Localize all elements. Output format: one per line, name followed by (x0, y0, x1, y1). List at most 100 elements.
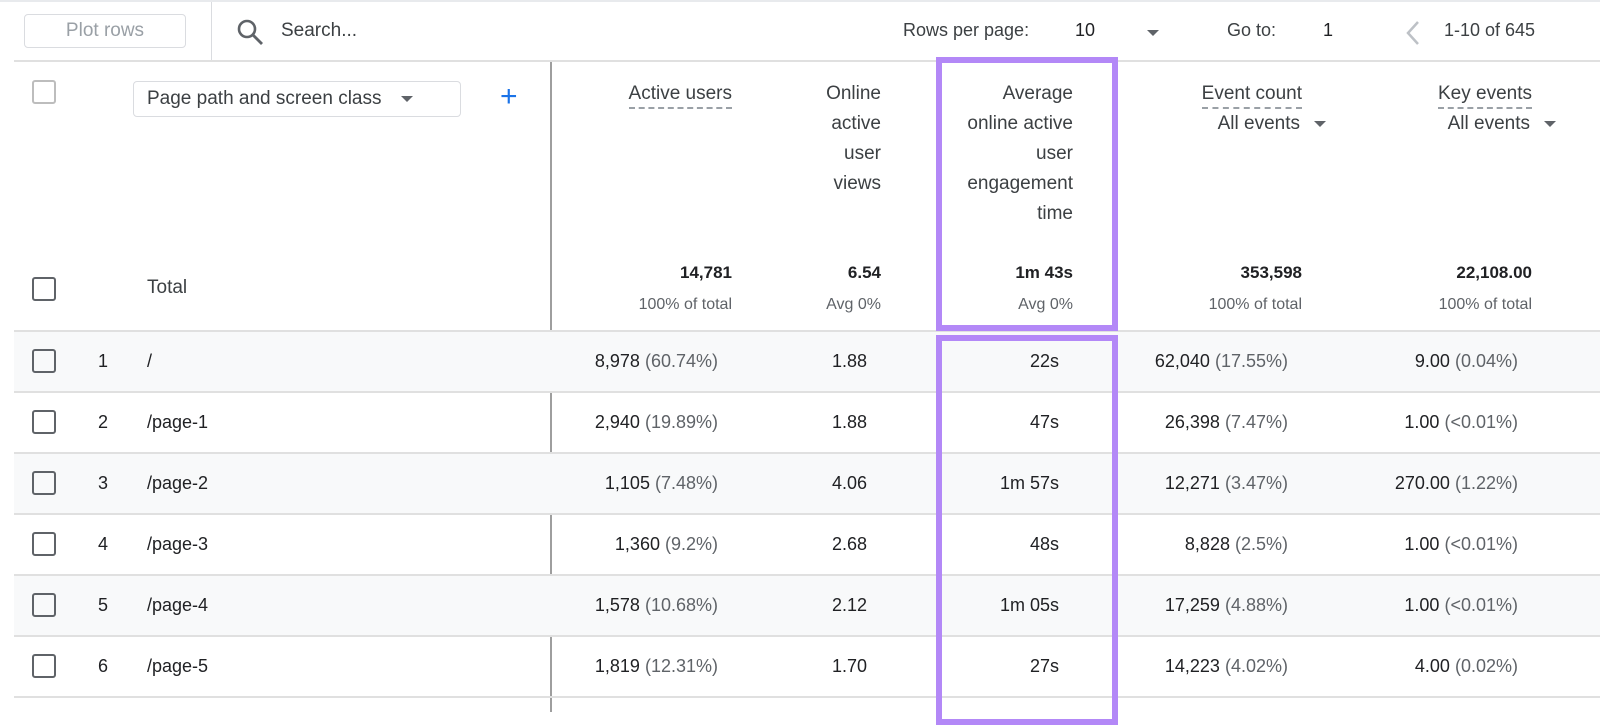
event-filter-select[interactable]: All events (1312, 111, 1556, 137)
page-path[interactable]: /page-5 (147, 656, 208, 677)
metric-value: 1.88 (831, 412, 867, 432)
table-row[interactable]: 3/page-2 1,105 (7.48%) 4.06 1m 57s 12,271 (3… (14, 454, 1600, 515)
metric-cell: 4.06 (832, 473, 867, 494)
metric-value: 9.00 (1414, 351, 1450, 371)
metric-cell: 14,223 (4.02%) (1165, 656, 1288, 677)
row-number: 6 (98, 656, 109, 676)
metric-cell: 1.88 (832, 412, 867, 433)
table-row[interactable]: 2/page-1 2,940 (19.89%) 1.88 47s 26,398 (7.4… (14, 393, 1600, 454)
total-sub: 100% of total (638, 296, 732, 313)
table-row[interactable]: 1/8,978 (60.74%) 1.88 22s 62,040 (17.55%) 9.… (14, 332, 1600, 393)
header-checkbox[interactable] (32, 80, 56, 104)
metric-percent: (<0.01%) (1444, 595, 1518, 615)
caret-down-icon (1544, 120, 1556, 127)
metric-value: 1,360 (614, 534, 660, 554)
column-header-text: Key events (1438, 81, 1532, 109)
metric-cell: 8,828 (2.5%) (1185, 534, 1288, 555)
row-checkbox[interactable] (32, 654, 56, 678)
metric-cell: 1.70 (832, 656, 867, 677)
column-header-line: Key events (1312, 79, 1532, 109)
column-header-line: user (661, 139, 881, 169)
total-sub: Avg 0% (826, 296, 881, 313)
chevron-left-icon[interactable] (1405, 20, 1421, 46)
metric-value: 4.00 (1414, 656, 1450, 676)
total-checkbox[interactable] (32, 277, 56, 301)
plot-rows-button[interactable]: Plot rows (24, 14, 186, 48)
total-value: 6.54 (847, 263, 881, 282)
metric-percent: (12.31%) (644, 656, 718, 676)
metric-percent: (17.55%) (1214, 351, 1288, 371)
table-row[interactable]: 6/page-5 1,819 (12.31%) 1.70 27s 14,223 (4.0… (14, 637, 1600, 698)
caret-down-icon (400, 95, 413, 102)
metric-percent: (9.2%) (664, 534, 718, 554)
metric-cell: 8,978 (60.74%) (595, 351, 718, 372)
metric-value: 1,819 (594, 656, 640, 676)
page-path[interactable]: /page-1 (147, 412, 208, 433)
metric-value: 1.88 (831, 351, 867, 371)
metric-cell: 270.00 (1.22%) (1395, 473, 1518, 494)
table-row[interactable]: 5/page-4 1,578 (10.68%) 2.12 1m 05s 17,259 (… (14, 576, 1600, 637)
row-checkbox[interactable] (32, 349, 56, 373)
total-label: Total (147, 277, 188, 298)
row-number: 1 (98, 351, 109, 371)
metric-percent: (0.02%) (1454, 656, 1518, 676)
page-path[interactable]: /page-4 (147, 595, 208, 616)
event-filter-label: All events (1217, 113, 1300, 134)
metric-value: 62,040 (1154, 351, 1210, 371)
rows-per-page-caret-icon[interactable] (1147, 30, 1159, 36)
search-icon[interactable] (236, 18, 264, 46)
total-value: 353,598 (1240, 263, 1302, 282)
row-checkbox[interactable] (32, 471, 56, 495)
total-value: 22,108.00 (1456, 263, 1532, 282)
rows-per-page-select[interactable]: 10 (1075, 20, 1095, 41)
event-filter-select[interactable]: All events (1082, 111, 1326, 137)
metric-cell: 4.00 (0.02%) (1415, 656, 1518, 677)
metric-percent: (<0.01%) (1444, 534, 1518, 554)
page-path[interactable]: / (147, 351, 152, 372)
toolbar-bottom-border (14, 60, 1600, 62)
metric-cell: 2.68 (832, 534, 867, 555)
metric-percent: (3.47%) (1224, 473, 1288, 493)
search-input[interactable]: Search... (281, 20, 357, 42)
column-header-line: active (661, 109, 881, 139)
metric-cell: 9.00 (0.04%) (1415, 351, 1518, 372)
metric-percent: (4.02%) (1224, 656, 1288, 676)
metric-value: 1,578 (594, 595, 640, 615)
metric-cell: 26,398 (7.47%) (1165, 412, 1288, 433)
metric-percent: (1.22%) (1454, 473, 1518, 493)
table-row[interactable]: 4/page-3 1,360 (9.2%) 2.68 48s 8,828 (2.5%) 1… (14, 515, 1600, 576)
dimension-select[interactable]: Page path and screen class (133, 81, 461, 117)
metric-percent: (0.04%) (1454, 351, 1518, 371)
total-value: 14,781 (680, 263, 732, 282)
row-number: 2 (98, 412, 109, 432)
row-number: 3 (98, 473, 109, 493)
column-header-line: views (661, 169, 881, 199)
metric-cell: 1,105 (7.48%) (605, 473, 718, 494)
metric-value: 2.68 (831, 534, 867, 554)
highlight-box-header (936, 57, 1118, 331)
column-header[interactable]: Key events All events (1312, 79, 1556, 137)
metric-value: 4.06 (831, 473, 867, 493)
metric-percent: (2.5%) (1234, 534, 1288, 554)
metric-cell: 1,578 (10.68%) (595, 595, 718, 616)
metric-cell: 1,360 (9.2%) (615, 534, 718, 555)
metric-cell: 12,271 (3.47%) (1165, 473, 1288, 494)
metric-value: 14,223 (1164, 656, 1220, 676)
goto-input[interactable]: 1 (1323, 20, 1333, 41)
page-path[interactable]: /page-3 (147, 534, 208, 555)
metric-percent: (<0.01%) (1444, 412, 1518, 432)
metric-value: 26,398 (1164, 412, 1220, 432)
dimension-label: Page path and screen class (147, 88, 382, 109)
row-checkbox[interactable] (32, 532, 56, 556)
metric-value: 1,105 (604, 473, 650, 493)
metric-cell: 1,819 (12.31%) (595, 656, 718, 677)
row-checkbox[interactable] (32, 593, 56, 617)
metric-percent: (7.48%) (654, 473, 718, 493)
row-checkbox[interactable] (32, 410, 56, 434)
toolbar-divider (211, 2, 212, 61)
metric-value: 1.00 (1404, 595, 1440, 615)
page-path[interactable]: /page-2 (147, 473, 208, 494)
page-range: 1-10 of 645 (1444, 20, 1536, 40)
metric-percent: (10.68%) (644, 595, 718, 615)
metric-value: 2,940 (594, 412, 640, 432)
